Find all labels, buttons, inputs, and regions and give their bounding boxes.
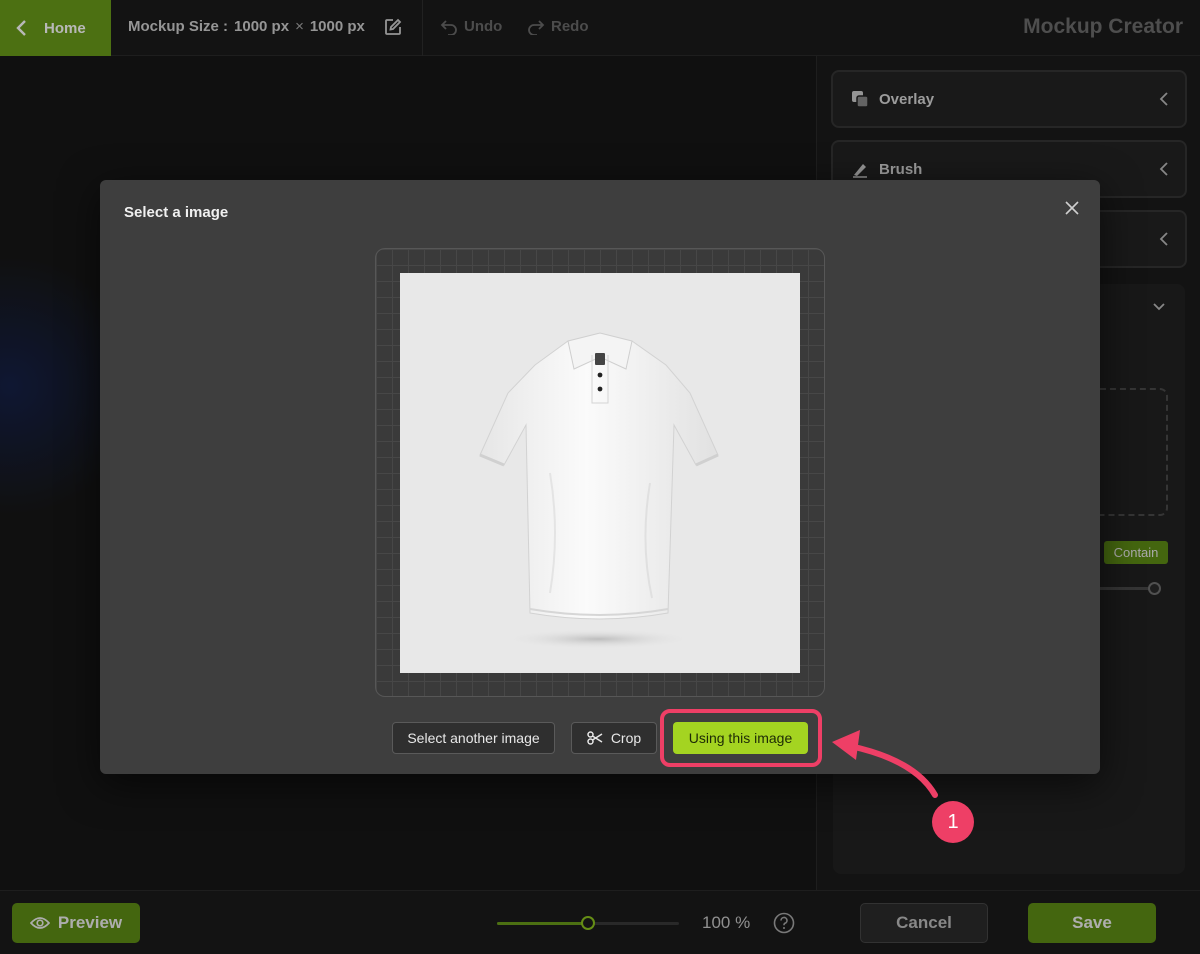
close-icon[interactable] bbox=[1064, 200, 1080, 216]
dialog-title: Select a image bbox=[124, 204, 229, 221]
selected-image bbox=[400, 273, 800, 673]
using-this-image-button[interactable]: Using this image bbox=[673, 722, 808, 754]
image-preview-frame bbox=[375, 248, 825, 697]
select-another-image-button[interactable]: Select another image bbox=[392, 722, 555, 754]
annotation-arrow bbox=[832, 730, 938, 798]
select-image-dialog: Select a image Select another image Crop bbox=[100, 180, 1100, 774]
polo-shirt-image bbox=[479, 332, 719, 649]
select-another-image-label: Select another image bbox=[407, 730, 540, 746]
scissors-icon bbox=[587, 731, 603, 745]
crop-label: Crop bbox=[610, 730, 642, 746]
crop-button[interactable]: Crop bbox=[571, 722, 657, 754]
step-number-badge: 1 bbox=[932, 801, 974, 843]
